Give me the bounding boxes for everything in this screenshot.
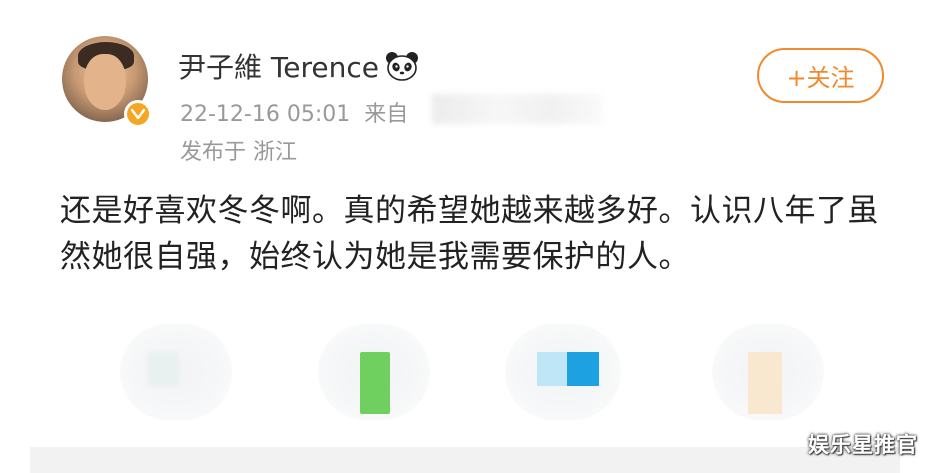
avatar-face (84, 54, 126, 110)
post-location: 发布于 浙江 (180, 140, 297, 165)
blurred-icon (748, 352, 782, 414)
post-text: 还是好喜欢冬冬啊。真的希望她越来越多好。认识八年了虽然她很自强，始终认为她是我需… (60, 193, 879, 275)
blurred-icon (360, 352, 390, 414)
follow-button[interactable]: +关注 (757, 48, 884, 103)
action-item-1[interactable] (120, 324, 232, 420)
verified-badge-icon (124, 100, 152, 128)
post-source-label: 来自 (364, 102, 409, 127)
author-name-text: 尹子維 Terence (178, 51, 379, 84)
action-item-3[interactable] (505, 324, 621, 420)
action-item-2[interactable] (318, 324, 430, 420)
author-name[interactable]: 尹子維 Terence (178, 46, 419, 86)
action-row (0, 318, 930, 428)
blurred-icon (148, 352, 178, 386)
watermark: 娱乐星推官 (808, 433, 918, 457)
action-item-4[interactable] (712, 324, 824, 420)
post-source-blurred (432, 94, 602, 124)
blurred-icon (567, 352, 599, 386)
footer-divider (30, 447, 900, 473)
panda-icon (385, 51, 419, 81)
post-meta: 22-12-16 05:01 来自 (180, 96, 422, 128)
blurred-icon (537, 352, 567, 386)
post-timestamp: 22-12-16 05:01 (180, 102, 351, 127)
